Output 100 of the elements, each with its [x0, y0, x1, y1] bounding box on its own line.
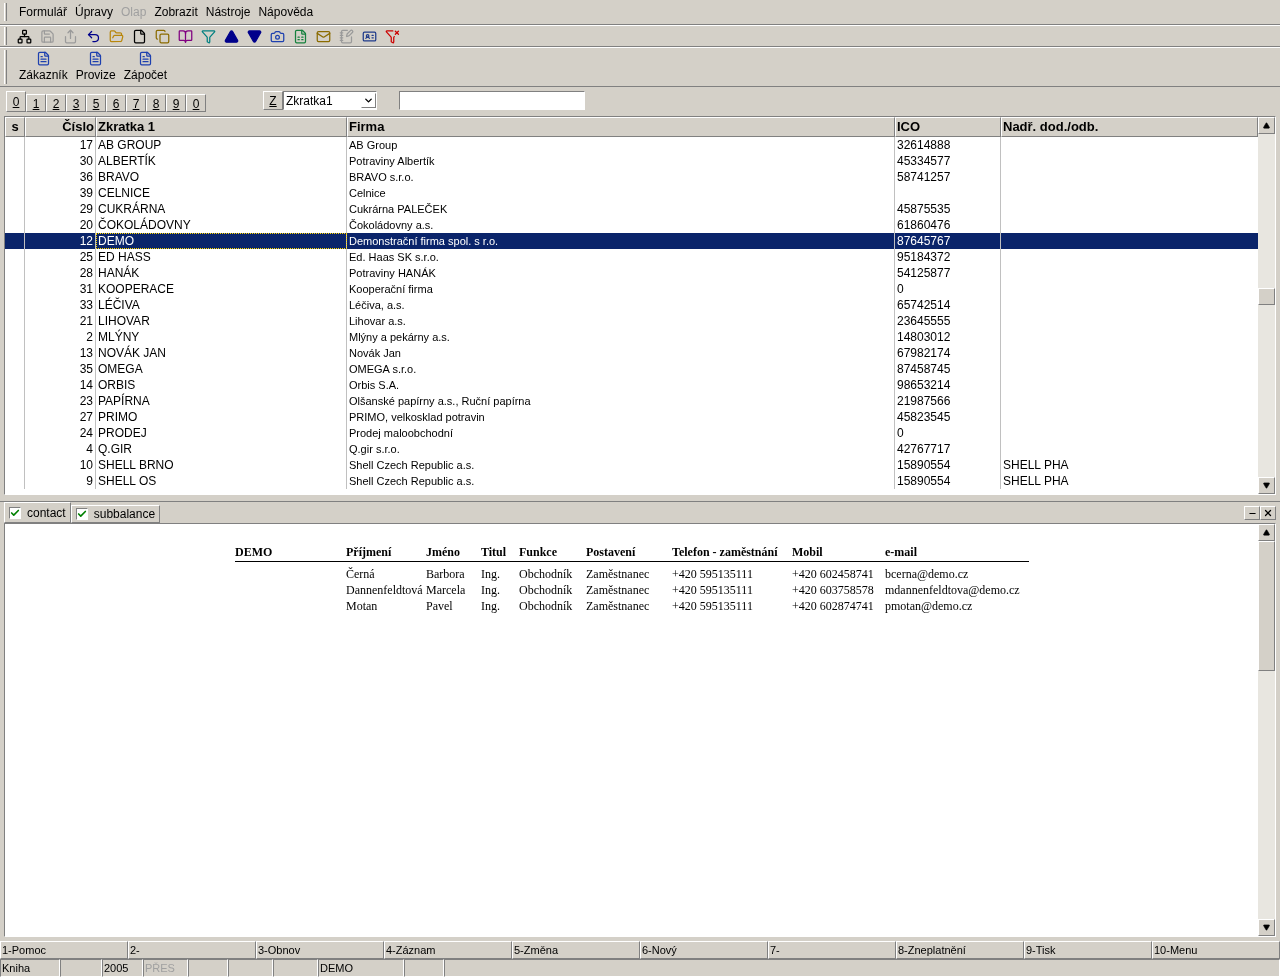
- scroll-thumb[interactable]: [1258, 288, 1275, 305]
- report-cell-text: +420 603758578: [792, 582, 875, 599]
- report-column-header: Postavení: [586, 543, 637, 561]
- letter-tab[interactable]: 0: [186, 94, 206, 112]
- close-icon: [1263, 508, 1273, 518]
- arrow-up-button[interactable]: [222, 27, 240, 45]
- open-folder-button[interactable]: [107, 27, 125, 45]
- function-key-button[interactable]: 8-Zneplatnění: [896, 941, 1024, 959]
- column-header[interactable]: Nadř. dod./odb.: [1001, 117, 1258, 137]
- column-header[interactable]: Zkratka 1: [96, 117, 347, 137]
- detail-tab[interactable]: contact: [4, 502, 71, 523]
- menu-item[interactable]: Nástroje: [201, 3, 255, 21]
- tree-button[interactable]: [15, 27, 33, 45]
- report-cell-text: +420 602874741: [792, 598, 875, 615]
- function-key-button[interactable]: 6-Nový: [640, 941, 768, 959]
- document-icon: [35, 50, 51, 66]
- search-field[interactable]: [399, 91, 585, 110]
- column-header[interactable]: Firma: [347, 117, 895, 137]
- menu-item[interactable]: Zobrazit: [150, 3, 202, 21]
- sort-button[interactable]: Z: [263, 91, 283, 110]
- report-cell-text: Zaměstnanec: [586, 566, 651, 583]
- arrow-down-button[interactable]: [245, 27, 263, 45]
- function-key-button[interactable]: 4-Záznam: [384, 941, 512, 959]
- form-button[interactable]: Zákazník: [17, 50, 70, 84]
- checkbox[interactable]: [75, 508, 88, 520]
- menu-item[interactable]: Formulář: [15, 3, 71, 21]
- function-key-button[interactable]: 10-Menu: [1152, 941, 1280, 959]
- letter-tab[interactable]: 1: [26, 94, 46, 112]
- letter-tab[interactable]: 0: [6, 91, 26, 112]
- close-button[interactable]: [1260, 506, 1276, 520]
- document-icon: [137, 50, 153, 66]
- copy-icon: [154, 28, 170, 44]
- form-button[interactable]: Provize: [73, 50, 118, 84]
- table-cell: SHELL OS: [96, 473, 347, 489]
- column-header[interactable]: Číslo: [25, 117, 96, 137]
- report-cell-text: +420 595135111: [672, 566, 754, 583]
- sort-field-dropdown[interactable]: Zkratka1: [283, 91, 377, 110]
- minimize-button[interactable]: [1244, 506, 1260, 520]
- status-field: Kniha: [0, 959, 60, 977]
- status-field: DEMO: [318, 959, 404, 977]
- scroll-thumb[interactable]: [1258, 541, 1275, 671]
- report-cell-text: +420 595135111: [672, 582, 754, 599]
- table-cell: 15890554: [895, 473, 1001, 489]
- dropdown-button[interactable]: [361, 93, 376, 108]
- report-cell-text: bcerna@demo.cz: [885, 566, 970, 583]
- vertical-scrollbar[interactable]: [1258, 524, 1275, 936]
- report-cell-text: Barbora: [426, 566, 466, 583]
- letter-tab[interactable]: 7: [126, 94, 146, 112]
- menu-item[interactable]: Nápověda: [254, 3, 318, 21]
- form-button[interactable]: Zápočet: [121, 50, 170, 84]
- function-key-button[interactable]: 5-Změna: [512, 941, 640, 959]
- tree-icon: [16, 28, 32, 44]
- status-field: 2005: [102, 959, 143, 977]
- status-panel: [60, 959, 102, 977]
- arrow-down-icon: [246, 28, 262, 44]
- function-key-button[interactable]: 9-Tisk: [1024, 941, 1152, 959]
- report-cell-text: Ing.: [481, 598, 501, 615]
- function-key-button[interactable]: 3-Obnov: [256, 941, 384, 959]
- column-header[interactable]: s: [5, 117, 25, 137]
- card-icon: [361, 28, 377, 44]
- copy-button[interactable]: [153, 27, 171, 45]
- company-name: DEMO: [235, 543, 274, 561]
- caret-icon: [363, 95, 374, 106]
- mail-icon: [315, 28, 331, 44]
- report-cell-text: mdannenfeldtova@demo.cz: [885, 582, 1021, 599]
- table-cell: Shell Czech Republic a.s.: [347, 473, 895, 489]
- report-cell-text: Ing.: [481, 566, 501, 583]
- check-icon: [10, 507, 20, 518]
- vertical-scrollbar[interactable]: [1258, 117, 1275, 494]
- letter-tab[interactable]: 6: [106, 94, 126, 112]
- scroll-down-icon: [1263, 924, 1270, 931]
- report-column-header: Titul: [481, 543, 508, 561]
- letter-tab[interactable]: 2: [46, 94, 66, 112]
- filter-clear-button[interactable]: [383, 27, 401, 45]
- book-button[interactable]: [176, 27, 194, 45]
- scroll-up-icon: [1263, 122, 1270, 129]
- column-header[interactable]: ICO: [895, 117, 1001, 137]
- save-icon: [39, 28, 55, 44]
- function-key-button[interactable]: 2-: [128, 941, 256, 959]
- camera-icon: [269, 28, 285, 44]
- status-panel: [228, 959, 273, 977]
- report-cell-text: +420 595135111: [672, 598, 754, 615]
- report-column-header: Jméno: [426, 543, 461, 561]
- detail-tab[interactable]: subbalance: [70, 505, 161, 523]
- letter-tab[interactable]: 3: [66, 94, 86, 112]
- function-key-button[interactable]: 7-: [768, 941, 896, 959]
- letter-tab[interactable]: 5: [86, 94, 106, 112]
- letter-tab[interactable]: 9: [166, 94, 186, 112]
- table-row[interactable]: 12 DEMO Demonstrační firma spol. s r.o. 87645767: [5, 233, 1258, 249]
- filter-icon: [200, 28, 216, 44]
- filter-button[interactable]: [199, 27, 217, 45]
- report-cell-text: Obchodník: [519, 582, 574, 599]
- checkbox[interactable]: [9, 506, 21, 519]
- open-folder-icon: [108, 28, 124, 44]
- report-cell-text: Obchodník: [519, 566, 574, 583]
- letter-tab[interactable]: 8: [146, 94, 166, 112]
- function-key-button[interactable]: 1-Pomoc: [0, 941, 128, 959]
- table-cell-text: SHELL PHA: [1002, 457, 1070, 473]
- menu-item[interactable]: Úpravy: [71, 3, 118, 21]
- report-column-header: Mobil: [792, 543, 824, 561]
